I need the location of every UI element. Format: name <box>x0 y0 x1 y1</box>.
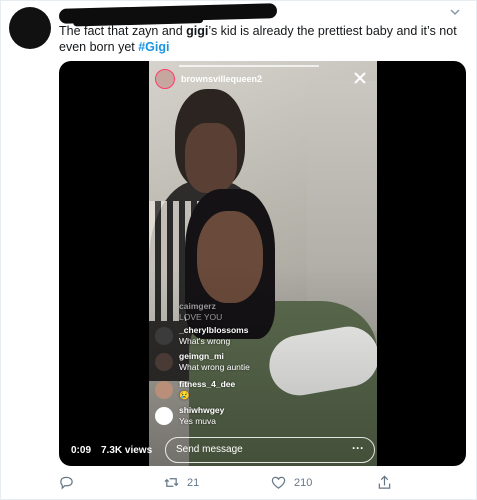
retweet-icon <box>164 478 179 487</box>
tweet-text-bold: gigi <box>186 24 209 38</box>
like-button[interactable]: 210 <box>271 475 312 490</box>
ig-comment-user: fitness_4_dee <box>179 379 236 389</box>
close-icon <box>351 69 369 87</box>
ig-comment-user: geimgn_mi <box>179 351 224 361</box>
ig-send-placeholder: Send message <box>176 444 243 455</box>
ig-comment-message: LOVE YOU <box>179 312 223 322</box>
ig-comment-text: _cherylblossoms What's wrong <box>179 325 248 347</box>
like-icon <box>271 476 286 489</box>
ig-comment-user: caimgerz <box>179 301 216 311</box>
ig-comment: shiwhwgey Yes muva <box>155 405 224 427</box>
ig-comment-message: 😢 <box>179 390 190 400</box>
share-button[interactable] <box>377 475 392 490</box>
retweet-button[interactable]: 21 <box>164 475 199 490</box>
retweet-count: 21 <box>187 476 200 489</box>
ig-comment-text: geimgn_mi What wrong auntie <box>179 351 250 373</box>
video-player[interactable]: brownsvillequeen2 caimgerz LOVE YOU _che… <box>59 61 466 466</box>
video-view-count: 7.3K views <box>101 445 153 456</box>
ig-comment-user: _cherylblossoms <box>179 325 249 335</box>
video-elapsed-time: 0:09 <box>71 445 92 456</box>
redacted-author-name <box>58 3 278 24</box>
ig-comment-message: What wrong auntie <box>179 362 250 372</box>
ig-comment-avatar <box>155 327 173 345</box>
more-icon: ··· <box>352 441 364 455</box>
hashtag-link[interactable]: #Gigi <box>138 40 169 54</box>
ig-header: brownsvillequeen2 <box>155 69 262 89</box>
chevron-down-icon[interactable] <box>446 6 464 20</box>
tweet-text: The fact that zayn and gigi’s kid is alr… <box>59 23 459 55</box>
like-count: 210 <box>294 476 313 489</box>
reply-button[interactable] <box>59 475 74 490</box>
ig-comment-message: What's wrong <box>179 336 231 346</box>
ig-username: brownsvillequeen2 <box>181 74 263 84</box>
tweet-text-part: The fact that zayn and <box>59 24 187 38</box>
ig-comment-text: caimgerz LOVE YOU <box>179 301 222 323</box>
ig-send-message-box: Send message ··· <box>165 437 375 463</box>
video-person-back-face <box>185 123 237 193</box>
ig-comment: caimgerz LOVE YOU <box>155 301 222 323</box>
ig-comment-avatar <box>155 381 173 399</box>
avatar[interactable] <box>9 7 51 49</box>
ig-comment-message: Yes muva <box>179 416 217 426</box>
ig-comment-avatar <box>155 407 173 425</box>
ig-progress-bar <box>179 65 319 67</box>
ig-comment-avatar <box>155 353 173 371</box>
share-icon <box>378 475 391 489</box>
tweet-actions: 21 210 <box>59 475 459 493</box>
ig-comment-user: shiwhwgey <box>179 405 225 415</box>
tweet-card[interactable]: The fact that zayn and gigi’s kid is alr… <box>0 0 477 500</box>
ig-avatar <box>155 69 175 89</box>
video-frame: brownsvillequeen2 caimgerz LOVE YOU _che… <box>149 61 377 466</box>
ig-comment: geimgn_mi What wrong auntie <box>155 351 250 373</box>
ig-comment-text: shiwhwgey Yes muva <box>179 405 224 427</box>
ig-comment: fitness_4_dee 😢 <box>155 379 235 401</box>
ig-comment-text: fitness_4_dee 😢 <box>179 379 235 401</box>
ig-comment: _cherylblossoms What's wrong <box>155 325 248 347</box>
reply-icon <box>60 476 73 490</box>
